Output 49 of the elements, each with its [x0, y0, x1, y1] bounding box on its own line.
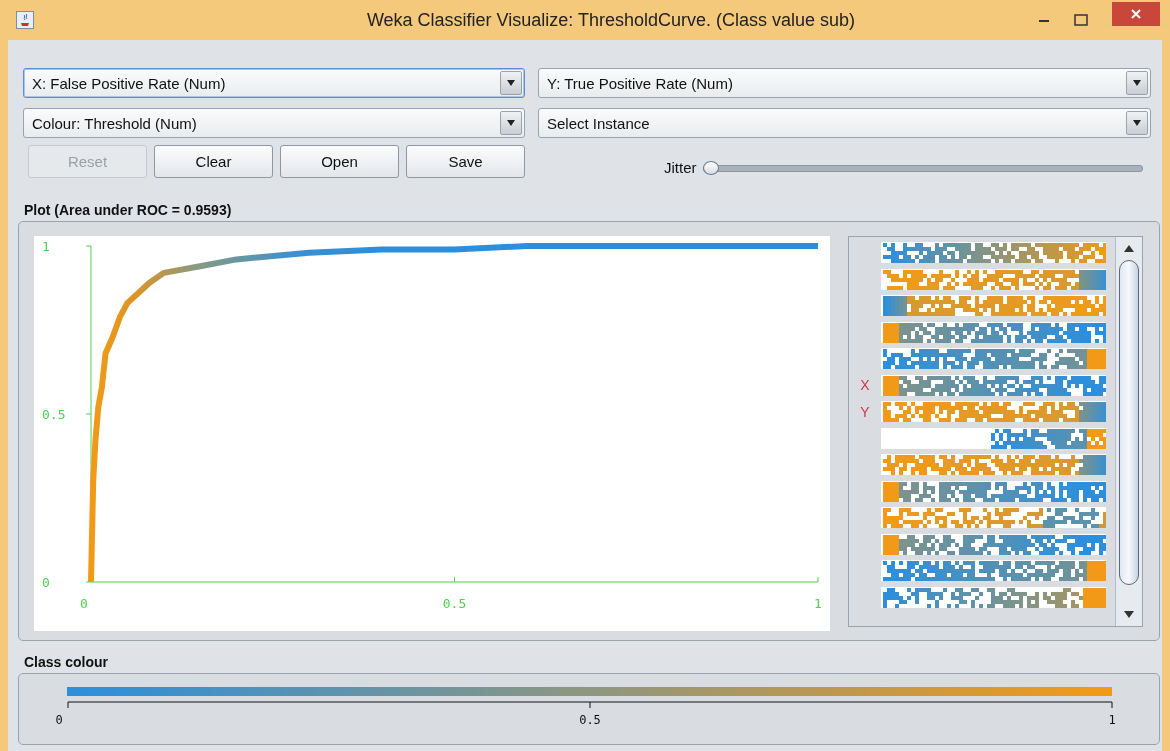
slider-thumb[interactable] [702, 160, 719, 175]
caret-icon [1133, 120, 1141, 126]
button[interactable]: Open [280, 145, 399, 178]
y-tick-label: 0.5 [42, 407, 66, 422]
scrollbar-thumb[interactable] [1119, 260, 1139, 585]
x-tick-label: 1 [814, 596, 822, 611]
attribute-strip[interactable] [881, 560, 1106, 581]
jitter-label: Jitter [664, 159, 697, 176]
dropdown[interactable]: X: False Positive Rate (Num) [23, 68, 525, 98]
attribute-strip[interactable] [881, 401, 1106, 422]
app-icon [16, 11, 34, 29]
attribute-strip[interactable] [881, 348, 1106, 369]
caret-icon [1133, 80, 1141, 86]
attribute-strip[interactable] [881, 295, 1106, 316]
attribute-strip[interactable] [881, 586, 1106, 608]
x-tick-label: 0.5 [442, 596, 467, 611]
attribute-strip[interactable] [881, 427, 1106, 449]
close-icon [1131, 9, 1141, 19]
scale-tick-label: 0 [55, 713, 63, 727]
attribute-strip[interactable] [881, 454, 1106, 475]
legend-title: Class colour [24, 654, 110, 670]
scroll-down-icon[interactable] [1124, 611, 1134, 618]
maximize-icon[interactable] [1074, 14, 1088, 26]
axis-marker: X [860, 377, 870, 393]
caret-icon [507, 120, 515, 126]
caret-icon [507, 80, 515, 86]
attribute-strip[interactable] [881, 321, 1106, 343]
y-tick-label: 1 [42, 239, 50, 254]
attribute-strip[interactable] [881, 533, 1106, 555]
attribute-strip[interactable] [881, 268, 1106, 290]
attribute-strip[interactable] [881, 480, 1106, 502]
scrollbar[interactable] [1115, 237, 1142, 626]
button[interactable]: Save [406, 145, 525, 178]
plot-title: Plot (Area under ROC = 0.9593) [24, 202, 233, 218]
x-tick-label: 0 [80, 596, 88, 611]
window-title: Weka Classifier Visualize: ThresholdCurve. (Class value sub) [365, 9, 857, 31]
button[interactable]: Clear [154, 145, 273, 178]
scale-tick-label: 1 [1108, 713, 1116, 727]
dropdown[interactable]: Colour: Threshold (Num) [23, 108, 525, 138]
scale-tick-label: 0.5 [579, 713, 601, 727]
dropdown[interactable]: Select Instance [538, 108, 1151, 138]
scroll-up-icon[interactable] [1124, 245, 1134, 252]
close-button[interactable] [1112, 2, 1160, 26]
dropdown[interactable]: Y: True Positive Rate (Num) [538, 68, 1151, 98]
y-tick-label: 0 [42, 575, 50, 590]
axis-marker: Y [860, 403, 870, 420]
attribute-strip[interactable] [881, 507, 1106, 528]
attribute-strip[interactable] [881, 242, 1106, 263]
attribute-strip[interactable] [881, 374, 1106, 396]
